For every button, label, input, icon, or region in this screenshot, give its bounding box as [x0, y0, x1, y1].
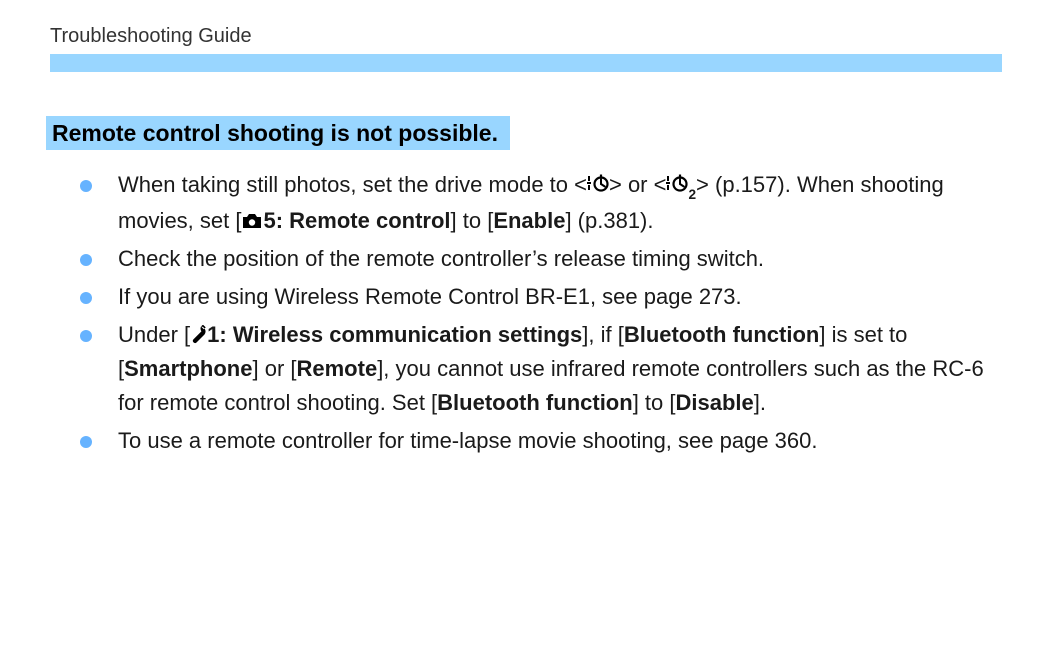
- list-item: Under [ 1: Wireless communication setting…: [80, 318, 1002, 420]
- body-text: To use a remote controller for time-laps…: [118, 428, 818, 453]
- option-value: Remote: [297, 356, 378, 381]
- remote-self-timer-icon: [587, 174, 609, 193]
- option-value: Disable: [675, 390, 753, 415]
- wrench-menu-icon: [190, 325, 207, 344]
- body-text: ] to [: [633, 390, 676, 415]
- body-text: Check the position of the remote control…: [118, 246, 764, 271]
- troubleshooting-list: When taking still photos, set the drive …: [80, 168, 1002, 458]
- body-text: When taking still photos, set the drive …: [118, 172, 587, 197]
- body-text: > or <: [609, 172, 666, 197]
- body-text: Under [: [118, 322, 190, 347]
- option-value: Bluetooth function: [624, 322, 820, 347]
- option-value: Enable: [493, 208, 565, 233]
- list-item: When taking still photos, set the drive …: [80, 168, 1002, 238]
- body-text: ].: [754, 390, 766, 415]
- section-heading: Remote control shooting is not possible.: [46, 116, 510, 150]
- list-item: If you are using Wireless Remote Control…: [80, 280, 1002, 314]
- body-text: ] or [: [252, 356, 296, 381]
- body-text: ] (p.381).: [565, 208, 653, 233]
- document-page: Troubleshooting Guide Remote control sho…: [0, 0, 1052, 458]
- menu-option-label: 5: Remote control: [263, 208, 450, 233]
- option-value: Bluetooth function: [437, 390, 633, 415]
- body-text: If you are using Wireless Remote Control…: [118, 284, 742, 309]
- list-item: To use a remote controller for time-laps…: [80, 424, 1002, 458]
- list-item: Check the position of the remote control…: [80, 242, 1002, 276]
- page-header-title: Troubleshooting Guide: [50, 25, 1002, 48]
- body-text: ], if [: [582, 322, 624, 347]
- option-value: Smartphone: [124, 356, 252, 381]
- subscript-2: 2: [688, 187, 696, 202]
- body-text: ] to [: [451, 208, 494, 233]
- header-divider-bar: [50, 54, 1002, 72]
- menu-option-label: 1: Wireless communication settings: [207, 322, 582, 347]
- remote-self-timer-2s-icon: [666, 174, 688, 193]
- camera-menu-icon: [241, 213, 263, 230]
